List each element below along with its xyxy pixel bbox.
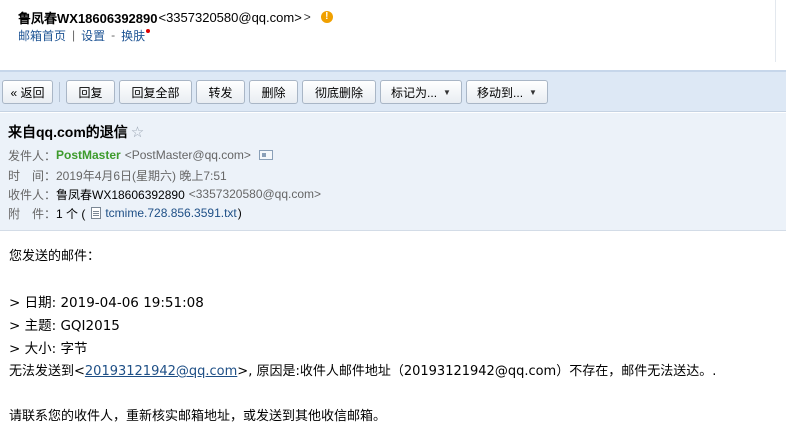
recipient-name[interactable]: 鲁凤春WX18606392890: [56, 186, 185, 203]
attachment-row: 附 件： 1 个 ( tcmime.728.856.3591.txt ): [8, 204, 242, 222]
time-label: 时 间：: [8, 168, 57, 183]
sender-name[interactable]: PostMaster: [56, 148, 121, 162]
failed-address-link[interactable]: 20193121942@qq.com: [85, 364, 237, 379]
settings-link[interactable]: 设置: [81, 27, 105, 44]
body-subject-line: > 主题: GQI2015: [9, 318, 120, 334]
move-to-dropdown[interactable]: 移动到... ▼: [466, 80, 548, 104]
body-size-line: > 大小: 字节: [9, 341, 88, 357]
mark-as-label: 标记为...: [391, 85, 438, 100]
attachment-count: 1 个 (: [56, 206, 86, 221]
warning-icon[interactable]: !: [320, 11, 333, 23]
reply-button[interactable]: 回复: [66, 80, 115, 104]
delete-permanently-button[interactable]: 彻底删除: [302, 80, 376, 104]
body-advice: 请联系您的收件人，重新核实邮箱地址，或发送到其他收信邮箱。: [9, 409, 387, 424]
body-intro: 您发送的邮件：: [9, 249, 101, 264]
mailbox-home-link[interactable]: 邮箱首页: [18, 27, 66, 44]
chevron-down-icon: ▼: [529, 87, 537, 97]
body-failure-line: 无法发送到<20193121942@qq.com>, 原因是:收件人邮件地址（2…: [9, 362, 716, 382]
mail-subject: 来自qq.com的退信 ☆: [8, 122, 144, 142]
nav-separator: -: [111, 28, 116, 42]
mail-header: 来自qq.com的退信 ☆ 发件人： PostMaster <PostMaste…: [0, 113, 786, 231]
time-row: 时 间： 2019年4月6日(星期六) 晚上7:51: [8, 166, 227, 184]
divider: [775, 0, 776, 62]
change-skin-link[interactable]: 换肤: [121, 27, 145, 44]
to-row: 收件人： 鲁凤春WX18606392890 <3357320580@qq.com…: [8, 185, 321, 203]
attachment-close: ): [237, 206, 242, 220]
contact-card-icon[interactable]: [258, 150, 273, 160]
from-label: 发件人：: [8, 148, 57, 163]
mail-toolbar: « 返回 回复 回复全部 转发 删除 彻底删除 标记为... ▼ 移动到... …: [0, 70, 786, 112]
from-row: 发件人： PostMaster <PostMaster@qq.com>: [8, 146, 273, 164]
sender-email: <PostMaster@qq.com>: [124, 148, 251, 162]
body-date-line: > 日期: 2019-04-06 19:51:08: [9, 295, 204, 311]
new-badge-dot: [146, 29, 151, 33]
account-switch-arrow[interactable]: >: [304, 10, 311, 24]
chevron-down-icon: ▼: [443, 87, 451, 97]
toolbar-divider: [59, 82, 60, 102]
to-label: 收件人：: [8, 187, 57, 202]
recipient-email: <3357320580@qq.com>: [188, 187, 322, 201]
time-value: 2019年4月6日(星期六) 晚上7:51: [56, 168, 227, 183]
failure-prefix: 无法发送到<: [9, 364, 85, 379]
account-header: 鲁凤春WX18606392890 <3357320580@qq.com> > !: [18, 8, 333, 26]
move-to-label: 移动到...: [477, 85, 524, 100]
mark-as-dropdown[interactable]: 标记为... ▼: [380, 80, 462, 104]
top-nav: 邮箱首页 | 设置 - 换肤: [18, 27, 151, 44]
back-button[interactable]: « 返回: [2, 80, 53, 104]
failure-suffix: >, 原因是:收件人邮件地址（20193121942@qq.com）不存在，邮件…: [237, 364, 717, 379]
attachment-link[interactable]: tcmime.728.856.3591.txt: [105, 206, 236, 220]
reply-all-button[interactable]: 回复全部: [119, 80, 192, 104]
star-icon[interactable]: ☆: [131, 123, 144, 141]
delete-button[interactable]: 删除: [249, 80, 298, 104]
text-file-icon: [91, 207, 102, 219]
attachment-label: 附 件：: [8, 206, 57, 221]
subject-text: 来自qq.com的退信: [8, 124, 128, 140]
nav-separator: |: [72, 28, 76, 42]
account-name: 鲁凤春WX18606392890: [18, 10, 158, 26]
forward-button[interactable]: 转发: [196, 80, 245, 104]
account-email: <3357320580@qq.com>: [158, 9, 302, 25]
